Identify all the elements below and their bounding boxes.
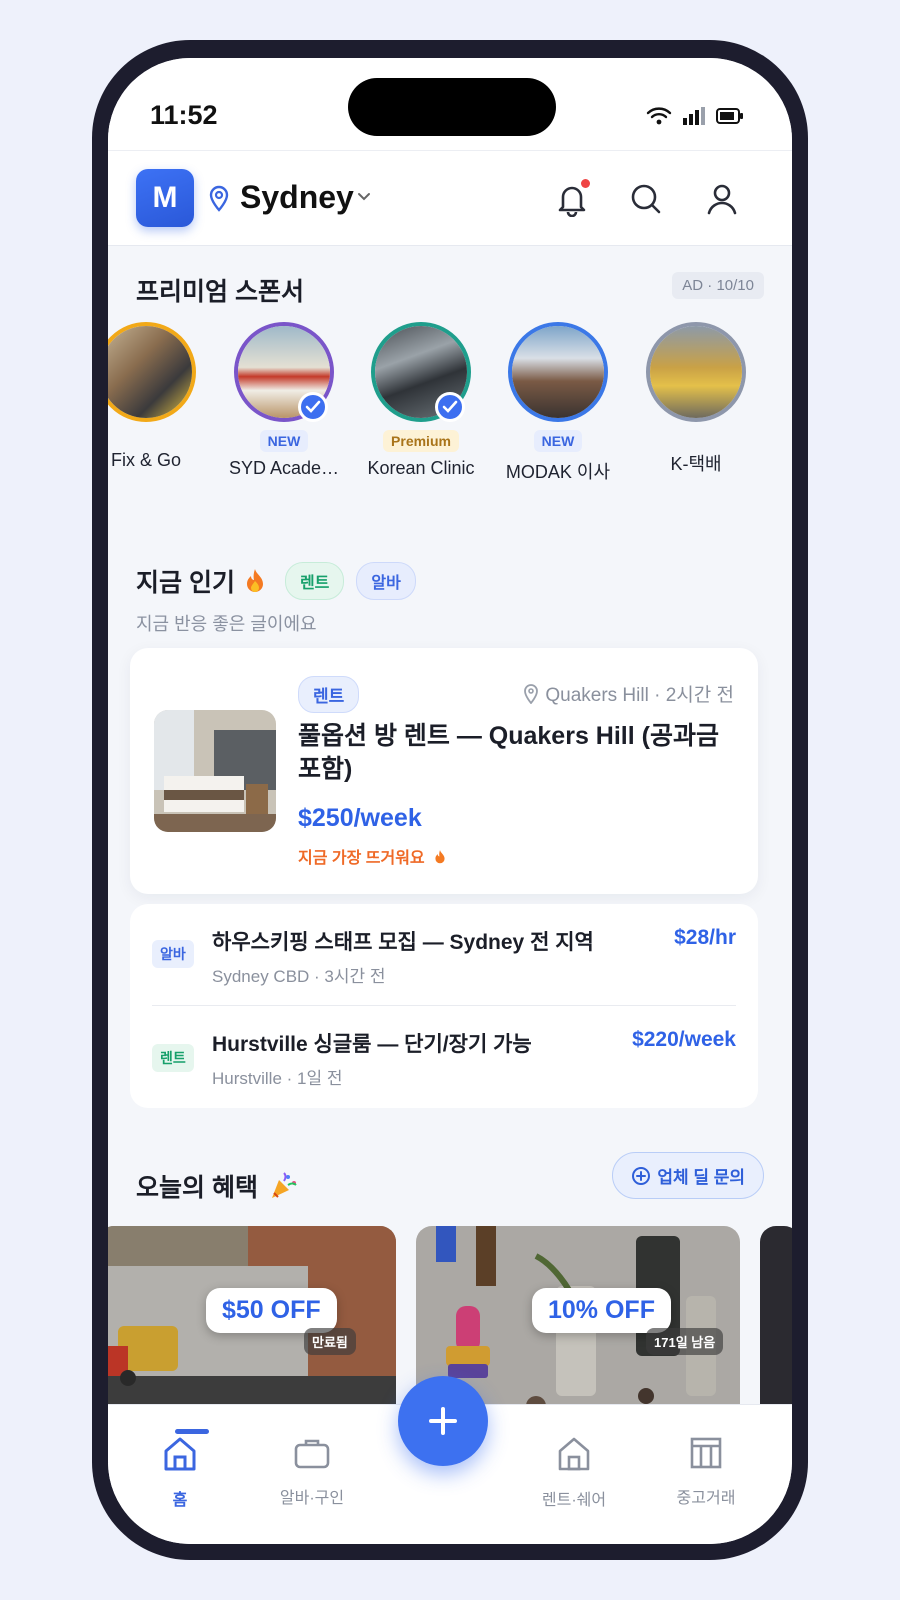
- fire-icon: [435, 850, 445, 864]
- search-icon: [631, 184, 661, 214]
- section-title: 오늘의 혜택: [136, 1174, 258, 1202]
- nav-item-home[interactable]: 홈: [120, 1425, 240, 1510]
- post-location-text: Quakers Hill · 2시간 전: [545, 685, 734, 706]
- status-icons: [646, 106, 744, 126]
- sponsor-tag: Premium: [383, 430, 459, 452]
- discount-label: 10% OFF: [532, 1288, 671, 1333]
- sponsor-name: MODAK 이사: [505, 462, 611, 482]
- sponsor-item[interactable]: Premium Korean Clinic: [351, 322, 491, 479]
- active-indicator: [175, 1429, 209, 1434]
- dynamic-island: [348, 78, 556, 136]
- location-pin-icon: [209, 185, 229, 212]
- section-title: 지금 인기: [136, 569, 235, 597]
- status-time: 11:52: [150, 100, 218, 130]
- nav-label: 렌트·쉐어: [541, 1492, 607, 1509]
- notification-dot: [581, 179, 590, 188]
- sponsor-name: Fix & Go: [110, 450, 181, 470]
- deal-status: 171일 남음: [646, 1328, 724, 1355]
- featured-post-card[interactable]: 렌트 Quakers Hill · 2시간 전 풀옵션 방 렌트 — Quake…: [130, 648, 758, 894]
- sponsor-item[interactable]: K-택배: [626, 322, 766, 476]
- post-title: 풀옵션 방 렌트 — Quakers Hill (공과금 포함): [298, 722, 719, 783]
- wifi-icon: [646, 107, 672, 125]
- app-screen: 11:52 M Sydney 프리미엄 스폰서 AD · 10/10 Fix &…: [108, 58, 792, 1544]
- sponsor-avatar: [108, 322, 196, 422]
- nav-item-rent-share[interactable]: 렌트·쉐어: [514, 1425, 634, 1510]
- premium-sponsors-section: 프리미엄 스폰서 AD · 10/10 Fix & Go NEW SYD Aca…: [108, 246, 792, 508]
- fire-icon: [246, 569, 263, 592]
- nav-item-jobs[interactable]: 알바·구인: [252, 1425, 372, 1508]
- plus-circle-icon: [632, 1166, 651, 1185]
- sponsor-name: K-택배: [670, 454, 722, 474]
- list-item[interactable]: 알바 하우스키핑 스태프 모집 — Sydney 전 지역 Sydney CBD…: [130, 904, 758, 1006]
- profile-button[interactable]: [702, 179, 742, 219]
- sponsor-name: SYD Acade…: [228, 458, 340, 478]
- sponsor-tag: NEW: [533, 430, 583, 452]
- sponsor-tag: NEW: [259, 430, 309, 452]
- store-icon: [690, 1437, 722, 1469]
- status-bar: 11:52: [108, 58, 792, 150]
- nav-item-marketplace[interactable]: 중고거래: [646, 1425, 766, 1508]
- section-subtitle: 지금 반응 좋은 글이에요: [136, 614, 317, 634]
- sponsor-avatar: [508, 322, 608, 422]
- location-pin-icon: [524, 683, 539, 704]
- post-meta: Hurstville · 1일 전: [212, 1069, 343, 1088]
- post-meta: Sydney CBD · 3시간 전: [212, 967, 386, 986]
- discount-label: $50 OFF: [206, 1288, 337, 1333]
- signal-icon: [683, 107, 705, 125]
- list-item[interactable]: 렌트 Hurstville 싱글룸 — 단기/장기 가능 Hurstville …: [130, 1006, 758, 1108]
- briefcase-icon: [294, 1439, 330, 1469]
- verified-check-icon: [298, 392, 328, 422]
- post-category-tag: 렌트: [152, 1044, 194, 1072]
- post-price: $250/week: [298, 804, 422, 832]
- business-deal-inquiry-button[interactable]: 업체 딜 문의: [612, 1152, 764, 1199]
- post-thumbnail: [154, 710, 276, 832]
- phone-frame: 11:52 M Sydney 프리미엄 스폰서 AD · 10/10 Fix &…: [92, 40, 808, 1560]
- app-header: M Sydney: [108, 150, 792, 246]
- notifications-button[interactable]: [552, 179, 592, 219]
- post-category-tag: 알바: [152, 940, 194, 968]
- popular-header: 지금 인기 렌트 알바: [136, 562, 416, 600]
- post-title: 하우스키핑 스태프 모집 — Sydney 전 지역: [212, 931, 594, 954]
- app-logo[interactable]: M: [136, 169, 194, 227]
- deals-header: 오늘의 혜택: [136, 1168, 298, 1204]
- nav-label: 홈: [172, 1492, 188, 1509]
- filter-chip-rent[interactable]: 렌트: [284, 562, 345, 600]
- post-category-tag: 렌트: [298, 676, 360, 713]
- city-selector[interactable]: Sydney: [240, 179, 354, 216]
- home-icon: [164, 1437, 196, 1471]
- user-icon: [707, 184, 737, 215]
- nav-label: 알바·구인: [279, 1490, 345, 1507]
- plus-icon: [429, 1407, 457, 1435]
- party-popper-icon: [271, 1172, 297, 1198]
- inquiry-button-label: 업체 딜 문의: [657, 1168, 745, 1187]
- post-title: Hurstville 싱글룸 — 단기/장기 가능: [212, 1033, 532, 1056]
- sponsor-item[interactable]: NEW MODAK 이사: [488, 322, 628, 484]
- search-button[interactable]: [626, 179, 666, 219]
- create-post-button[interactable]: [398, 1376, 488, 1466]
- sponsor-avatar: [646, 322, 746, 422]
- popular-section: 지금 인기 렌트 알바 지금 반응 좋은 글이에요 렌트 Quakers Hil…: [108, 520, 792, 1110]
- post-location: Quakers Hill · 2시간 전: [523, 680, 734, 707]
- sponsor-item[interactable]: Fix & Go: [108, 322, 216, 471]
- chevron-down-icon[interactable]: [356, 191, 372, 203]
- battery-icon: [716, 108, 743, 124]
- deal-status: 만료됨: [304, 1328, 356, 1355]
- section-title: 프리미엄 스폰서: [136, 278, 304, 306]
- verified-check-icon: [435, 392, 465, 422]
- sponsor-item[interactable]: NEW SYD Acade…: [214, 322, 354, 479]
- post-list: 알바 하우스키핑 스태프 모집 — Sydney 전 지역 Sydney CBD…: [130, 904, 758, 1108]
- nav-label: 중고거래: [676, 1490, 736, 1507]
- hot-label-text: 지금 가장 뜨거워요: [298, 850, 425, 867]
- house-icon: [558, 1437, 590, 1471]
- sponsor-name: Korean Clinic: [367, 458, 475, 478]
- post-price: $28/hr: [674, 926, 736, 949]
- filter-chip-alba[interactable]: 알바: [356, 562, 416, 600]
- hot-label: 지금 가장 뜨거워요: [298, 844, 447, 868]
- ad-badge: AD · 10/10: [672, 272, 764, 299]
- post-price: $220/week: [632, 1028, 736, 1051]
